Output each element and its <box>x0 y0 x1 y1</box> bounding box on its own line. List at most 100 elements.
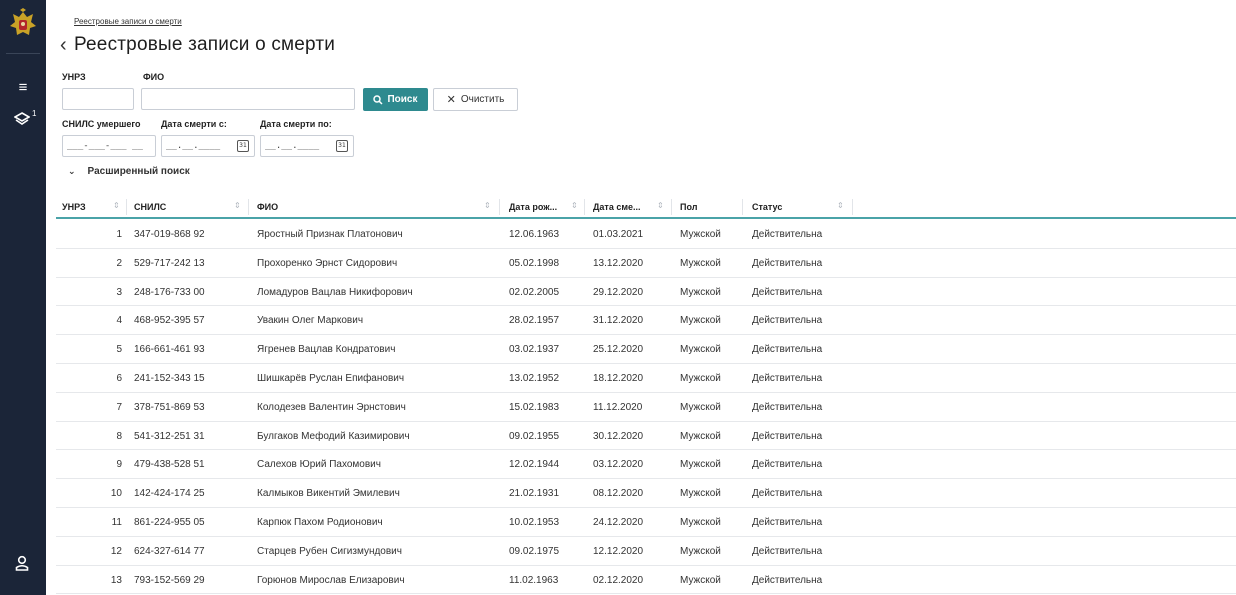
user-icon[interactable] <box>12 555 32 575</box>
cell-fio: Калмыков Викентий Эмилевич <box>257 488 400 500</box>
cell-unrz: 10 <box>110 488 122 500</box>
column-divider[interactable] <box>248 199 249 215</box>
table-header: УНРЗ ⇕ СНИЛС ⇕ ФИО ⇕ Дата рож... ⇕ Дата … <box>56 196 1236 219</box>
cell-snils: 861-224-955 05 <box>134 516 205 528</box>
cell-fio: Ягренев Вацлав Кондратович <box>257 344 396 356</box>
cell-birth-date: 02.02.2005 <box>509 286 560 298</box>
fio-input[interactable] <box>141 88 355 110</box>
layers-icon[interactable] <box>12 112 32 130</box>
column-divider[interactable] <box>126 199 127 215</box>
column-divider[interactable] <box>584 199 585 215</box>
cell-sex: Мужской <box>680 488 721 500</box>
table-row[interactable]: 2 529-717-242 13 Прохоренко Эрнст Сидорови… <box>56 249 1236 278</box>
column-header-fio[interactable]: ФИО <box>257 202 278 212</box>
snils-input[interactable]: ___-___-___ __ <box>62 135 156 157</box>
column-divider[interactable] <box>742 199 743 215</box>
sort-icon[interactable]: ⇕ <box>657 201 664 210</box>
cell-birth-date: 11.02.1963 <box>509 574 559 586</box>
cell-fio: Булгаков Мефодий Казимирович <box>257 430 410 442</box>
search-button-label: Поиск <box>387 94 418 105</box>
advanced-search-label: Расширенный поиск <box>87 166 190 177</box>
sort-icon[interactable]: ⇕ <box>234 201 241 210</box>
cell-sex: Мужской <box>680 286 721 298</box>
cell-sex: Мужской <box>680 401 721 413</box>
column-divider[interactable] <box>671 199 672 215</box>
advanced-search-toggle[interactable]: ⌄ Расширенный поиск <box>68 166 190 177</box>
table-row[interactable]: 12 624-327-614 77 Старцев Рубен Сигизмундо… <box>56 537 1236 566</box>
cell-sex: Мужской <box>680 459 721 471</box>
cell-status: Действительна <box>752 344 823 356</box>
table-row[interactable]: 7 378-751-869 53 Колодезев Валентин Эрнсто… <box>56 393 1236 422</box>
cell-status: Действительна <box>752 229 823 240</box>
cell-death-date: 11.12.2020 <box>593 401 643 413</box>
cell-unrz: 7 <box>116 401 122 413</box>
column-divider[interactable] <box>499 199 500 215</box>
cell-unrz: 8 <box>116 430 122 442</box>
cell-snils: 793-152-569 29 <box>134 574 205 586</box>
cell-status: Действительна <box>752 286 823 298</box>
cell-unrz: 12 <box>110 545 122 557</box>
close-icon: ✕ <box>446 94 456 106</box>
cell-fio: Колодезев Валентин Эрнстович <box>257 401 406 413</box>
calendar-icon[interactable]: 31 <box>237 140 249 152</box>
table-row[interactable]: 3 248-176-733 00 Ломадуров Вацлав Никифоро… <box>56 278 1236 307</box>
table-row[interactable]: 10 142-424-174 25 Калмыков Викентий Эмилев… <box>56 479 1236 508</box>
snils-mask: ___-___-___ __ <box>67 141 143 151</box>
cell-death-date: 03.12.2020 <box>593 459 644 471</box>
sort-icon[interactable]: ⇕ <box>837 201 844 210</box>
table-row[interactable]: 6 241-152-343 15 Шишкарёв Руслан Епифанови… <box>56 364 1236 393</box>
column-header-sex[interactable]: Пол <box>680 202 697 212</box>
menu-icon[interactable]: ≡ <box>13 80 33 96</box>
cell-unrz: 11 <box>111 516 122 528</box>
table-row[interactable]: 11 861-224-955 05 Карпюк Пахом Родионович 1… <box>56 508 1236 537</box>
column-header-birth-date[interactable]: Дата рож... <box>509 202 557 212</box>
cell-death-date: 12.12.2020 <box>593 545 644 557</box>
sort-icon[interactable]: ⇕ <box>484 201 491 210</box>
breadcrumb[interactable]: Реестровые записи о смерти <box>74 17 182 26</box>
cell-snils: 468-952-395 57 <box>134 315 205 327</box>
cell-snils: 142-424-174 25 <box>134 488 205 500</box>
search-button[interactable]: Поиск <box>363 88 428 111</box>
cell-sex: Мужской <box>680 574 721 586</box>
table-row[interactable]: 4 468-952-395 57 Увакин Олег Маркович 28.02… <box>56 306 1236 336</box>
date-from-mask: __.__.____ <box>166 141 221 151</box>
cell-fio: Салехов Юрий Пахомович <box>257 459 381 471</box>
unrz-label: УНРЗ <box>62 72 86 82</box>
column-header-status[interactable]: Статус <box>752 202 782 212</box>
table-row[interactable]: 9 479-438-528 51 Салехов Юрий Пахомович 12.… <box>56 450 1236 480</box>
cell-death-date: 24.12.2020 <box>593 516 644 528</box>
cell-birth-date: 28.02.1957 <box>509 315 560 327</box>
column-divider[interactable] <box>852 199 853 215</box>
sort-icon[interactable]: ⇕ <box>113 201 120 210</box>
clear-button[interactable]: ✕ Очистить <box>433 88 518 111</box>
cell-unrz: 13 <box>110 574 122 586</box>
calendar-icon[interactable]: 31 <box>336 140 348 152</box>
cell-status: Действительна <box>752 516 823 528</box>
table-row[interactable]: 5 166-661-461 93 Ягренев Вацлав Кондратови… <box>56 335 1236 364</box>
cell-sex: Мужской <box>680 372 721 384</box>
cell-death-date: 08.12.2020 <box>593 488 644 500</box>
date-from-input[interactable]: __.__.____ 31 <box>161 135 255 157</box>
cell-birth-date: 09.02.1975 <box>509 545 560 557</box>
column-header-unrz[interactable]: УНРЗ <box>62 202 86 212</box>
date-to-label: Дата смерти по: <box>260 119 332 129</box>
column-header-death-date[interactable]: Дата сме... <box>593 202 641 212</box>
date-to-input[interactable]: __.__.____ 31 <box>260 135 354 157</box>
cell-death-date: 01.03.2021 <box>593 229 644 240</box>
table-row[interactable]: 1 347-019-868 92 Яростный Признак Платонов… <box>56 220 1236 249</box>
cell-unrz: 3 <box>116 286 122 298</box>
back-chevron-icon[interactable]: ‹ <box>60 34 74 56</box>
coat-of-arms-logo[interactable] <box>7 8 39 42</box>
table-row[interactable]: 13 793-152-569 29 Горюнов Мирослав Елизаро… <box>56 566 1236 595</box>
cell-birth-date: 15.02.1983 <box>509 401 560 413</box>
sort-icon[interactable]: ⇕ <box>571 201 578 210</box>
unrz-input[interactable] <box>62 88 134 110</box>
fio-label: ФИО <box>143 72 165 82</box>
cell-fio: Увакин Олег Маркович <box>257 315 364 327</box>
column-header-snils[interactable]: СНИЛС <box>134 202 166 212</box>
cell-unrz: 2 <box>116 257 122 269</box>
table-row[interactable]: 8 541-312-251 31 Булгаков Мефодий Казимиро… <box>56 422 1236 451</box>
cell-death-date: 18.12.2020 <box>593 372 644 384</box>
cell-status: Действительна <box>752 430 823 442</box>
cell-status: Действительна <box>752 257 823 269</box>
